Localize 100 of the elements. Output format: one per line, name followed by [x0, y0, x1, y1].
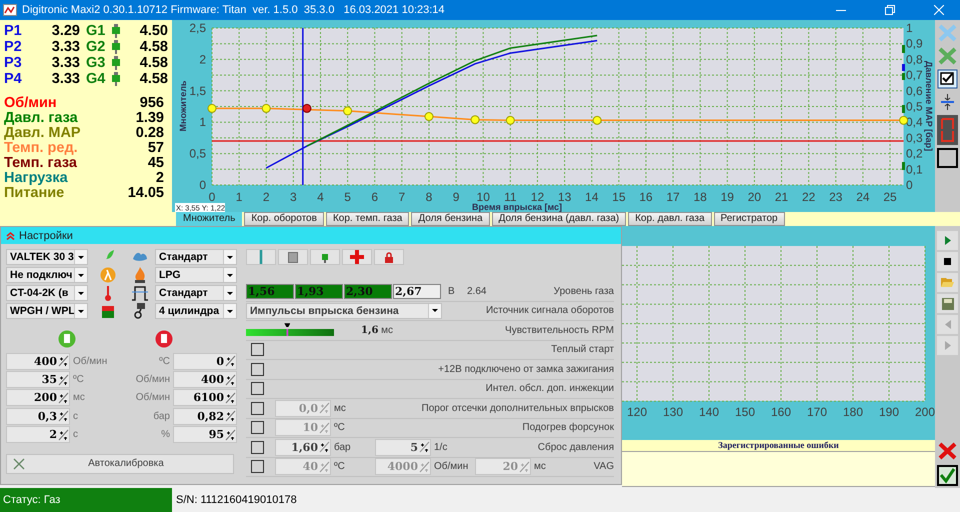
x-tick-label: 0 — [208, 190, 216, 204]
spin-field[interactable]: 200 — [6, 389, 70, 406]
slider-thumb[interactable] — [284, 323, 290, 336]
spin-arrows-icon[interactable] — [58, 374, 69, 386]
x-tick-label: 170 — [806, 405, 828, 419]
unit-label: Об/мин — [134, 392, 170, 404]
spin-field[interactable]: 0,3 — [6, 408, 70, 425]
spin-arrows-icon[interactable] — [225, 428, 236, 441]
right-tick-label: 0,3 — [906, 130, 923, 145]
readout-label: Нагрузка — [4, 170, 68, 186]
x-tick-label: 190 — [878, 405, 900, 419]
curve-point[interactable] — [302, 104, 312, 113]
tool-button[interactable] — [278, 249, 308, 265]
spin-field[interactable]: 1,60 — [275, 438, 331, 456]
checkbox[interactable] — [251, 440, 264, 454]
spin-arrows-icon[interactable] — [225, 374, 236, 386]
lambda-icon — [100, 267, 116, 283]
spin-field[interactable]: 6100 — [173, 389, 237, 406]
checkbox[interactable] — [251, 421, 264, 434]
spin-arrows-icon[interactable] — [58, 392, 69, 404]
stop-button[interactable] — [937, 252, 958, 271]
injector-icon — [112, 72, 120, 86]
spin-arrows-icon[interactable] — [58, 410, 69, 422]
unit-label: бар — [334, 442, 352, 453]
restore-icon[interactable] — [885, 5, 895, 15]
rpm-source-dropdown[interactable]: Импульсы впрыска бензина — [246, 302, 442, 319]
curve-point[interactable] — [899, 116, 908, 125]
chart-tab[interactable]: Доля бензина (давл. газа) — [492, 212, 626, 226]
gas-off-icon[interactable] — [155, 330, 174, 348]
chart-tab[interactable]: Кор. темп. газа — [326, 212, 410, 226]
checkbox[interactable] — [251, 382, 264, 396]
unit-label: мс — [334, 402, 347, 414]
x-tick-label: 140 — [698, 405, 720, 419]
spin-field[interactable]: 0,82 — [173, 408, 237, 425]
spin-field[interactable]: 5 — [375, 438, 431, 456]
chart-tab[interactable]: Регистратор — [714, 212, 785, 226]
dropdown[interactable]: Стандарт — [155, 249, 237, 265]
injector-value: 3.29 — [50, 23, 80, 39]
checkbox[interactable] — [251, 343, 264, 356]
tool-button[interactable] — [246, 249, 276, 265]
readout-value: 14.05 — [128, 184, 164, 200]
injector-value: 4.58 — [138, 71, 168, 87]
readout-label: Питание — [4, 184, 64, 200]
chart-tab[interactable]: Доля бензина — [411, 212, 490, 226]
spin-arrows-icon[interactable] — [58, 355, 69, 368]
spin-arrows-icon[interactable] — [58, 428, 69, 441]
spin-field[interactable]: 400 — [6, 352, 70, 370]
dropdown[interactable]: LPG — [155, 267, 237, 283]
spin-arrows-icon[interactable] — [225, 355, 236, 368]
spin-arrows-icon[interactable] — [225, 392, 236, 404]
axis-marker — [902, 64, 905, 71]
dropdown[interactable]: Стандарт — [155, 285, 237, 301]
chart-tab[interactable]: Кор. оборотов — [244, 212, 324, 226]
tool-button[interactable] — [310, 249, 340, 265]
serial-number: S/N: 1112160419010178 — [176, 494, 297, 506]
checkbox-icon[interactable] — [937, 69, 958, 89]
y-tick-label: 2 — [199, 52, 206, 66]
readout-label: Темп. газа — [4, 154, 77, 170]
tool-button[interactable] — [374, 249, 404, 265]
gas-level-box: 1,56 — [246, 284, 294, 299]
dropdown[interactable]: WPGH / WPL — [6, 303, 88, 319]
spin-field[interactable]: 35 — [6, 371, 70, 388]
dropdown[interactable]: CT-04-2K (в — [6, 285, 88, 301]
spin-field[interactable]: 0 — [173, 352, 237, 370]
checkbox[interactable] — [251, 362, 264, 376]
dropdown[interactable]: Не подключ — [6, 267, 88, 283]
play-button[interactable] — [937, 231, 958, 250]
x-tick-label: 25 — [883, 190, 897, 204]
piston-icon — [133, 303, 147, 319]
option-label: Чувствительность RPM — [505, 324, 614, 336]
spin-field[interactable]: 400 — [173, 371, 237, 388]
dropdown[interactable]: 4 цилиндра — [155, 303, 237, 319]
spin-arrows-icon[interactable] — [319, 441, 330, 454]
collapse-icon[interactable] — [6, 231, 15, 240]
dropdown[interactable]: VALTEK 30 3 — [6, 249, 88, 265]
x-tick-label: 4 — [317, 190, 324, 204]
module-icon — [288, 252, 298, 262]
unit-label: % — [160, 429, 170, 440]
autocalibration-button[interactable]: Автокалибровка — [6, 454, 234, 474]
tool-button[interactable] — [342, 249, 372, 265]
sensitivity-slider[interactable] — [246, 323, 334, 338]
gas-on-icon[interactable] — [58, 330, 76, 348]
spin-arrows-icon[interactable] — [225, 410, 236, 422]
color-swatch-icon[interactable] — [937, 148, 958, 168]
injector-icon — [322, 252, 328, 262]
chart-tab[interactable]: Множитель — [176, 212, 242, 226]
x-tick-label: 1 — [236, 190, 242, 204]
option-label: Уровень газа — [554, 286, 614, 297]
chart-tab[interactable]: Кор. давл. газа — [628, 212, 712, 226]
checkmark-icon[interactable] — [937, 465, 958, 486]
spin-field[interactable]: 2 — [6, 426, 70, 444]
x-tick-label: 3 — [290, 190, 297, 204]
spin-field[interactable]: 95 — [173, 426, 237, 444]
y-tick-label: 0,5 — [189, 146, 206, 161]
checkbox[interactable] — [251, 460, 264, 474]
spin-arrows-icon[interactable] — [419, 441, 430, 454]
readout-value: 956 — [140, 94, 164, 110]
checkbox[interactable] — [251, 402, 264, 415]
option-label: Подогрев форсунок — [522, 422, 614, 434]
save-button[interactable] — [937, 294, 958, 313]
